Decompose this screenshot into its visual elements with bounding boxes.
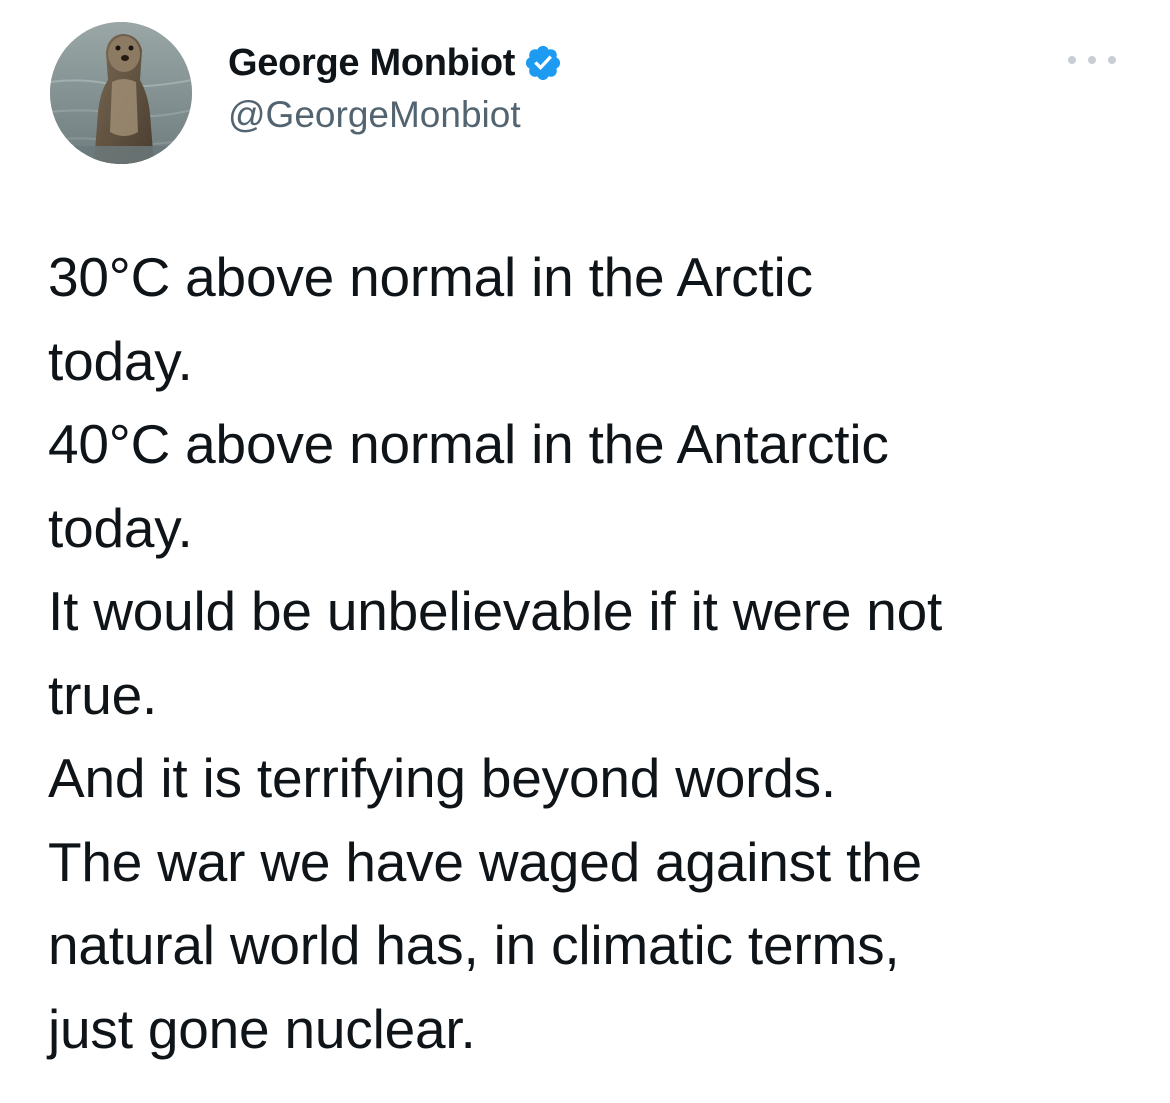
tweet-text-line: It would be unbelievable if it were not [48, 580, 943, 642]
tweet-text-line: The war we have waged against the [48, 830, 922, 893]
otter-avatar-image [50, 22, 192, 164]
more-options-icon[interactable] [1068, 50, 1116, 70]
tweet-text-line: today. [48, 496, 193, 559]
tweet-card: George Monbiot @GeorgeMonbiot 30°C above… [0, 0, 1170, 1103]
author-avatar[interactable] [50, 22, 192, 164]
more-dot [1068, 56, 1076, 64]
more-dot [1088, 56, 1096, 64]
tweet-text-line: And it is terrifying beyond words. [48, 747, 837, 809]
tweet-text-line: natural world has, in climatic terms, [48, 914, 900, 976]
tweet-text-line: today. [48, 329, 193, 392]
tweet-text-line: true. [48, 663, 158, 726]
author-name-row: George Monbiot [228, 40, 563, 86]
tweet-text-line: just gone nuclear. [48, 997, 476, 1060]
more-dot [1108, 56, 1116, 64]
author-handle[interactable]: @GeorgeMonbiot [228, 94, 521, 136]
tweet-text-line: 30°C above normal in the Arctic [48, 246, 813, 308]
author-display-name[interactable]: George Monbiot [228, 42, 515, 85]
tweet-text: 30°C above normal in the Arctic today. 4… [48, 236, 1128, 1071]
tweet-text-line: 40°C above normal in the Antarctic [48, 413, 889, 475]
verified-badge-icon [523, 43, 563, 83]
